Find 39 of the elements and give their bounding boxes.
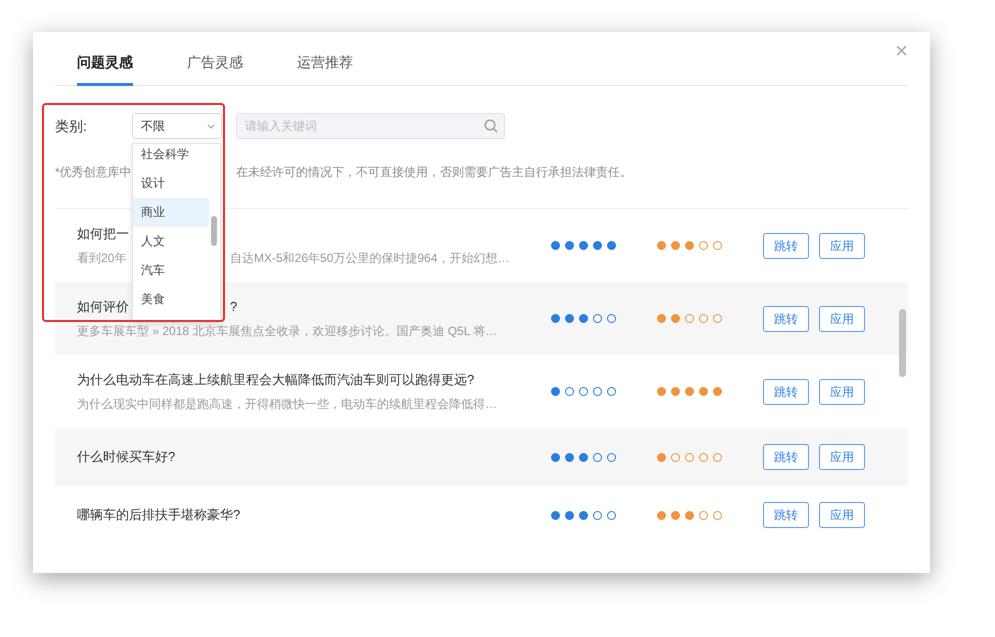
row-button[interactable]: 应用 bbox=[819, 502, 865, 528]
close-button[interactable]: × bbox=[891, 38, 912, 64]
row-button[interactable]: 应用 bbox=[819, 306, 865, 332]
question-title: 如何把一 bbox=[77, 226, 129, 242]
question-title: 哪辆车的后排扶手堪称豪华? bbox=[77, 507, 240, 522]
row-button[interactable]: 跳转 bbox=[763, 502, 809, 528]
row-button[interactable]: 应用 bbox=[819, 378, 865, 404]
question-title: 什么时候买车好? bbox=[77, 449, 176, 464]
question-summary: 更多车展车型 » 2018 北京车展焦点全收录，欢迎移步讨论。国产奥迪 Q5L 将… bbox=[77, 324, 498, 338]
dropdown-item[interactable]: 人文 bbox=[133, 227, 209, 256]
tab[interactable]: 广告灵感 bbox=[187, 52, 243, 86]
question-title: 如何评价 bbox=[77, 298, 130, 316]
row-button[interactable]: 跳转 bbox=[763, 232, 809, 258]
caret-icon bbox=[207, 124, 215, 128]
scrollbar-thumb[interactable] bbox=[211, 216, 217, 246]
search-icon[interactable] bbox=[484, 119, 498, 133]
category-select[interactable]: 不限 bbox=[132, 113, 222, 139]
notice-text: *优秀创意库中 bbox=[55, 164, 133, 181]
question-summary: 看到20年 bbox=[77, 250, 128, 267]
dropdown-item[interactable]: 美食 bbox=[133, 285, 209, 314]
tab[interactable]: 问题灵感 bbox=[77, 52, 133, 86]
question-title: ? bbox=[230, 298, 238, 316]
dropdown-item[interactable]: 社会科学 bbox=[133, 144, 209, 169]
row-button[interactable]: 应用 bbox=[819, 232, 865, 258]
notice-text: 在未经许可的情况下，不可直接使用，否则需要广告主自行承担法律责任。 bbox=[236, 164, 633, 181]
dropdown-item[interactable]: 汽车 bbox=[133, 256, 209, 285]
tab[interactable]: 运营推荐 bbox=[297, 52, 353, 86]
row-button[interactable]: 跳转 bbox=[763, 378, 809, 404]
search-field[interactable]: 请输入关键词 bbox=[236, 113, 505, 139]
category-label: 类别: bbox=[55, 116, 88, 136]
row-button[interactable]: 跳转 bbox=[763, 444, 809, 470]
scrollbar-thumb[interactable] bbox=[899, 309, 906, 377]
dropdown-item[interactable]: 商业 bbox=[133, 198, 209, 227]
row-button[interactable]: 应用 bbox=[819, 444, 865, 470]
question-summary: 为什么现实中同样都是跑高速，开得稍微快一些，电动车的续航里程会降低得… bbox=[77, 396, 497, 411]
question-summary: 自达MX-5和26年50万公里的保时捷964，开始幻想… bbox=[230, 250, 510, 267]
question-title: 为什么电动车在高速上续航里程会大幅降低而汽油车则可以跑得更远? bbox=[77, 372, 474, 388]
row-button[interactable]: 跳转 bbox=[763, 306, 809, 332]
dropdown-item[interactable]: 设计 bbox=[133, 169, 209, 198]
